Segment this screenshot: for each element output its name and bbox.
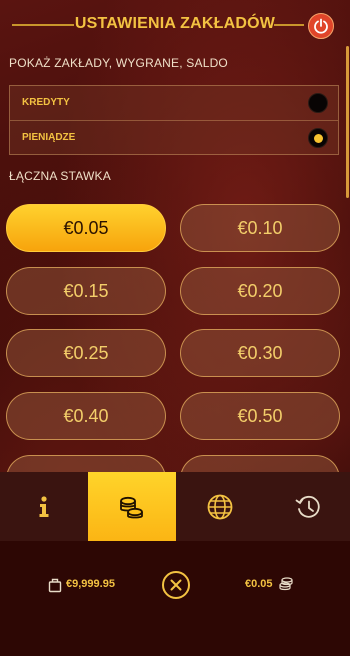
globe-icon xyxy=(207,494,233,520)
coin-stack-icon xyxy=(279,577,293,591)
bet-option-8[interactable]: €0.50 xyxy=(180,392,340,440)
close-button[interactable] xyxy=(162,571,190,599)
bet-option-1[interactable]: €0.05 xyxy=(6,204,166,252)
bet-option-4[interactable]: €0.20 xyxy=(180,267,340,315)
display-section-label: POKAŻ ZAKŁADY, WYGRANE, SALDO xyxy=(9,56,228,70)
bet-option-2[interactable]: €0.10 xyxy=(180,204,340,252)
nav-history[interactable] xyxy=(264,472,350,541)
option-money-label: PIENIĄDZE xyxy=(22,132,76,143)
history-icon xyxy=(295,495,320,518)
scrollbar[interactable] xyxy=(346,46,349,198)
option-credits-radio[interactable] xyxy=(308,93,328,113)
wallet-icon xyxy=(48,578,62,593)
title-divider-right xyxy=(274,24,304,26)
option-credits[interactable]: KREDYTY xyxy=(10,86,338,121)
total-stake-value: €0.05 xyxy=(245,578,273,590)
bottom-nav xyxy=(0,472,350,541)
info-icon xyxy=(39,496,49,517)
bet-option-5[interactable]: €0.25 xyxy=(6,329,166,377)
header: USTAWIENIA ZAKŁADÓW xyxy=(0,0,350,52)
bet-option-6[interactable]: €0.30 xyxy=(180,329,340,377)
nav-info[interactable] xyxy=(0,472,88,541)
stake-section-label: ŁĄCZNA STAWKA xyxy=(9,169,111,183)
close-icon xyxy=(170,579,182,591)
balance-value: €9,999.95 xyxy=(66,578,115,590)
radio-selected-dot xyxy=(314,134,323,143)
option-credits-label: KREDYTY xyxy=(22,97,70,108)
nav-bet-settings[interactable] xyxy=(88,472,176,541)
coins-icon xyxy=(120,496,143,519)
display-options: KREDYTY PIENIĄDZE xyxy=(9,85,339,155)
option-money[interactable]: PIENIĄDZE xyxy=(10,121,338,155)
power-icon xyxy=(314,18,328,34)
nav-language[interactable] xyxy=(176,472,264,541)
bet-option-3[interactable]: €0.15 xyxy=(6,267,166,315)
option-money-radio[interactable] xyxy=(308,128,328,148)
bet-option-7[interactable]: €0.40 xyxy=(6,392,166,440)
power-button[interactable] xyxy=(308,13,334,39)
